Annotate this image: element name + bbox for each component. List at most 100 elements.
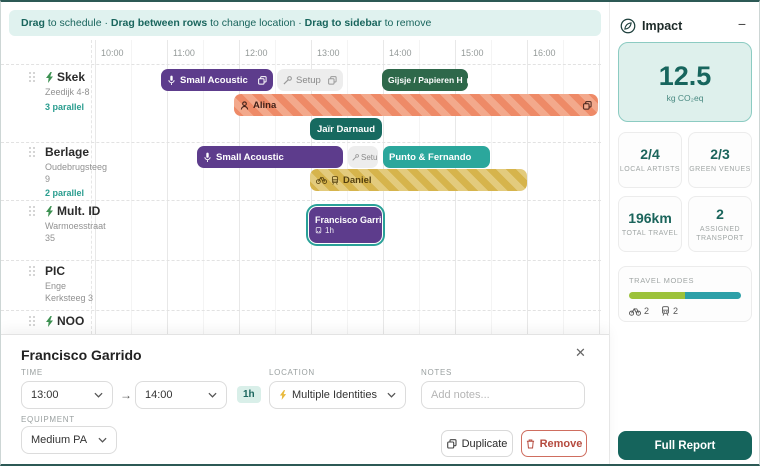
close-icon[interactable]: ✕: [575, 345, 586, 361]
co2-unit: kg CO₂eq: [667, 93, 704, 103]
hint-banner: Drag to schedule · Drag between rows to …: [9, 10, 601, 36]
hint-bold-2: Drag between rows: [111, 17, 207, 29]
end-time-select[interactable]: 14:00: [135, 381, 227, 409]
event-daniel[interactable]: Daniel: [310, 169, 527, 191]
venue-address: Oudebrugsteeg 9: [45, 161, 103, 185]
duration-badge: 1h: [237, 386, 261, 403]
chevron-down-icon: [94, 392, 103, 398]
wrench-icon: [352, 154, 359, 161]
transit-count: 2: [661, 306, 678, 316]
green-energy-icon: [45, 316, 54, 327]
duplicate-icon[interactable]: [583, 101, 592, 110]
venue-address: Warmoesstraat 35: [45, 220, 103, 244]
venue-parallel-badge: 3 parallel: [45, 102, 84, 112]
event-jair-darnaud[interactable]: Jaïr Darnaud: [310, 118, 382, 140]
time-tick: 10:00: [101, 48, 124, 58]
drag-handle-icon[interactable]: [29, 72, 36, 83]
transit-icon: [315, 227, 322, 235]
time-tick: 12:00: [245, 48, 268, 58]
green-energy-icon: [45, 206, 54, 217]
location-select[interactable]: Multiple Identities: [269, 381, 406, 409]
person-icon: [240, 101, 249, 110]
venue-name[interactable]: NOO: [45, 314, 84, 328]
event-small-acoustic[interactable]: Small Acoustic: [161, 69, 273, 91]
microphone-icon: [203, 152, 212, 163]
green-energy-icon: [45, 72, 54, 83]
time-tick: 16:00: [533, 48, 556, 58]
start-time-select[interactable]: 13:00: [21, 381, 113, 409]
row-separator: [1, 310, 601, 311]
chevron-down-icon: [387, 392, 396, 398]
venue-name[interactable]: PIC: [45, 264, 65, 278]
co2-total-card: 12.5 kg CO₂eq: [618, 42, 752, 122]
venue-name[interactable]: Skek: [45, 70, 85, 84]
venue-address: Enge Kerksteeg 3: [45, 280, 103, 304]
drag-handle-icon[interactable]: [29, 147, 36, 158]
notes-input[interactable]: [421, 381, 585, 409]
impact-title: Impact: [642, 19, 682, 33]
hint-bold-1: Drag: [21, 17, 45, 29]
transit-icon: [661, 306, 670, 316]
microphone-icon: [167, 75, 176, 86]
bike-bar-segment: [629, 292, 685, 299]
transit-bar-segment: [685, 292, 741, 299]
app-window: Drag to schedule · Drag between rows to …: [0, 0, 760, 466]
arrow-right-icon: →: [120, 388, 132, 402]
stat-assigned-transport: 2 ASSIGNED TRANSPORT: [688, 196, 752, 252]
editor-title: Francisco Garrido: [21, 347, 142, 363]
collapse-icon[interactable]: −: [738, 16, 746, 32]
wrench-icon: [283, 76, 292, 85]
event-small-acoustic[interactable]: Small Acoustic: [197, 146, 343, 168]
venue-name[interactable]: Mult. ID: [45, 204, 100, 218]
time-label: TIME: [21, 368, 43, 377]
venue-address: Zeedijk 4-8: [45, 86, 103, 98]
duplicate-icon[interactable]: [328, 76, 337, 85]
bike-count: 2: [629, 306, 649, 316]
stat-total-travel: 196km TOTAL TRAVEL: [618, 196, 682, 252]
event-punto-fernando[interactable]: Punto & Fernando: [383, 146, 490, 168]
row-separator: [1, 200, 601, 201]
time-tick: 11:00: [173, 48, 195, 58]
time-tick: 14:00: [389, 48, 412, 58]
travel-modes-label: TRAVEL MODES: [629, 276, 741, 285]
event-gijsje-papieren[interactable]: Gijsje / Papieren H: [382, 69, 468, 91]
co2-value: 12.5: [659, 62, 712, 90]
trash-icon: [526, 439, 535, 449]
equipment-label: EQUIPMENT: [21, 415, 75, 424]
chevron-down-icon: [208, 392, 217, 398]
row-separator: [1, 260, 601, 261]
equipment-select[interactable]: Medium PA: [21, 426, 117, 454]
duplicate-button[interactable]: Duplicate: [441, 430, 513, 457]
drag-handle-icon[interactable]: [29, 266, 36, 277]
event-setup[interactable]: Setup: [348, 146, 378, 168]
location-label: LOCATION: [269, 368, 315, 377]
event-duration: 1h: [315, 226, 334, 235]
drag-handle-icon[interactable]: [29, 206, 36, 217]
row-separator: [1, 64, 601, 65]
chevron-down-icon: [98, 437, 107, 443]
row-separator: [1, 142, 601, 143]
transit-icon: [331, 176, 339, 185]
hint-bold-3: Drag to sidebar: [305, 17, 382, 29]
notes-label: NOTES: [421, 368, 452, 377]
full-report-button[interactable]: Full Report: [618, 431, 752, 460]
lightning-icon: [279, 390, 287, 400]
duplicate-icon[interactable]: [467, 76, 468, 84]
venue-parallel-badge: 2 parallel: [45, 188, 84, 198]
event-setup[interactable]: Setup: [277, 69, 343, 91]
leaf-icon: [620, 18, 636, 34]
event-francisco-garrido-selected[interactable]: Francisco Garri 1h: [309, 207, 382, 243]
travel-modes-card: TRAVEL MODES 2 2: [618, 266, 752, 322]
stat-green-venues: 2/3 GREEN VENUES: [688, 132, 752, 188]
bike-icon: [629, 307, 641, 316]
stat-local-artists: 2/4 LOCAL ARTISTS: [618, 132, 682, 188]
duplicate-icon[interactable]: [258, 76, 267, 85]
impact-header: Impact: [620, 18, 682, 34]
venue-name[interactable]: Berlage: [45, 145, 89, 159]
drag-handle-icon[interactable]: [29, 316, 36, 327]
event-alina[interactable]: Alina: [234, 94, 598, 116]
bike-icon: [316, 176, 327, 184]
remove-button[interactable]: Remove: [521, 430, 587, 457]
time-tick: 13:00: [317, 48, 340, 58]
copy-icon: [447, 439, 457, 449]
